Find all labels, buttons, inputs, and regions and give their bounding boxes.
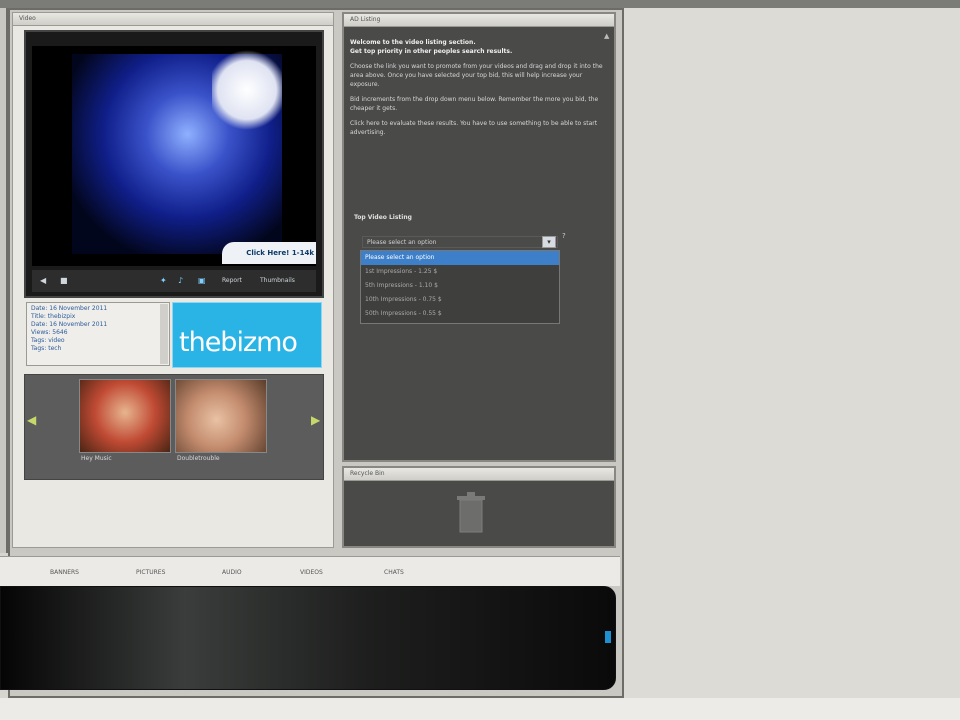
trash-icon[interactable] [456, 492, 486, 534]
help-icon[interactable]: ? [562, 232, 566, 240]
category-tab[interactable]: CHATS [384, 569, 404, 576]
video-screen[interactable]: Click Here! 1-14k [32, 46, 316, 266]
thumbnail-2[interactable] [175, 379, 267, 453]
listing-text: Welcome to the video listing section. Ge… [350, 38, 612, 143]
info-line: Date: 16 November 2011 [31, 305, 108, 312]
volume-icon[interactable]: ♪ [178, 275, 183, 286]
listing-panel-title: AD Listing [344, 14, 614, 27]
stop-icon[interactable]: ■ [60, 275, 68, 286]
top-strip [0, 0, 960, 8]
thumbnail-strip: ◀ Hey Music Doubletrouble ▶ [24, 374, 324, 480]
left-edge-panel [0, 8, 8, 553]
info-line[interactable]: Tags: video [31, 337, 165, 345]
category-tab[interactable]: AUDIO [222, 569, 242, 576]
info-line[interactable]: Title: thebizpix [31, 313, 165, 321]
video-light-glow [212, 50, 282, 130]
brand-logo: thebizmo [179, 327, 298, 358]
category-bar: BANNERS PICTURES AUDIO VIDEOS CHATS [0, 556, 620, 586]
recycle-panel-title: Recycle Bin [344, 468, 614, 481]
thumbnail-2-label: Doubletrouble [177, 455, 220, 462]
bid-label: Top Video Listing [354, 214, 412, 221]
listing-subheading: Get top priority in other peoples search… [350, 48, 513, 55]
category-tab[interactable]: BANNERS [50, 569, 79, 576]
timeline-area[interactable] [0, 586, 616, 690]
video-player[interactable]: Click Here! 1-14k ◀ ■ ✦ ♪ ▣ Report Thumb… [24, 30, 324, 298]
report-link[interactable]: Report [222, 275, 242, 286]
category-tab[interactable]: PICTURES [136, 569, 165, 576]
media-panel-title: Video [13, 13, 333, 26]
dropdown-option[interactable]: Please select an option [361, 251, 559, 265]
next-arrow-icon[interactable]: ▶ [311, 413, 320, 427]
dropdown-option[interactable]: 10th Impressions - 0.75 $ [361, 293, 559, 307]
video-caption[interactable]: Click Here! 1-14k [222, 242, 316, 264]
dropdown-option[interactable]: 50th Impressions - 0.55 $ [361, 307, 559, 321]
dropdown-option[interactable]: 1st Impressions - 1.25 $ [361, 265, 559, 279]
fullscreen-icon[interactable]: ▣ [198, 275, 206, 286]
category-tab[interactable]: VIDEOS [300, 569, 323, 576]
video-info-box: Date: 16 November 2011 Title: thebizpix … [26, 302, 170, 366]
thumbnail-1[interactable] [79, 379, 171, 453]
prev-arrow-icon[interactable]: ◀ [27, 413, 36, 427]
info-scrollbar[interactable] [160, 304, 168, 364]
info-line: Views: 5646 [31, 329, 68, 336]
listing-heading: Welcome to the video listing section. [350, 39, 476, 46]
bottom-strip [0, 698, 960, 720]
info-line: Date: 16 November 2011 [31, 321, 108, 328]
brand-logo-box: thebizmo [172, 302, 322, 368]
listing-paragraph-2: Bid increments from the drop down menu b… [350, 96, 599, 112]
bid-select[interactable]: Please select an option [362, 236, 558, 248]
bid-dropdown-list: Please select an option 1st Impressions … [360, 250, 560, 324]
listing-panel: AD Listing ▲ Welcome to the video listin… [342, 12, 616, 462]
recycle-panel: Recycle Bin [342, 466, 616, 548]
info-line[interactable]: Tags: tech [31, 345, 165, 353]
chevron-down-icon[interactable]: ▾ [542, 236, 556, 248]
thumbnail-1-label: Hey Music [81, 455, 112, 462]
share-icon[interactable]: ✦ [160, 275, 167, 286]
listing-paragraph-3: Click here to evaluate these results. Yo… [350, 120, 598, 136]
right-empty-area [624, 8, 960, 698]
timeline-marker[interactable] [605, 631, 611, 643]
thumbnails-link[interactable]: Thumbnails [260, 275, 295, 286]
listing-paragraph-1: Choose the link you want to promote from… [350, 63, 603, 88]
prev-icon[interactable]: ◀ [40, 275, 46, 286]
dropdown-option[interactable]: 5th Impressions - 1.10 $ [361, 279, 559, 293]
player-controls: ◀ ■ ✦ ♪ ▣ Report Thumbnails [32, 270, 316, 292]
